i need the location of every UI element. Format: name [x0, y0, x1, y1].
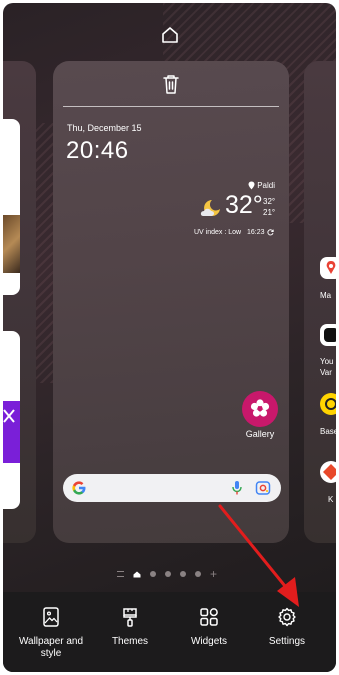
weather-location: Paldi: [248, 181, 275, 190]
weather-updated-time: 16:23: [247, 229, 265, 236]
weather-high: 32°: [263, 197, 276, 206]
page-dot: [195, 571, 201, 577]
gear-icon: [278, 607, 296, 627]
weather-temperature: 32°: [225, 191, 263, 219]
widget-date: Thu, December 15: [67, 123, 142, 133]
widget-time: 20:46: [66, 137, 129, 164]
k-app-icon: [320, 461, 336, 483]
right-app-label: Ma: [320, 291, 332, 300]
right-home-page[interactable]: Ma You Var Base K: [304, 61, 336, 543]
left-home-page[interactable]: [3, 61, 36, 543]
left-page-photo: [3, 215, 20, 273]
page-indicator[interactable]: +: [117, 568, 217, 580]
page-divider: [63, 106, 279, 107]
right-app-label: Var: [320, 368, 332, 377]
close-x-icon: [3, 409, 15, 423]
maps-app-icon: [320, 257, 336, 279]
wallpaper-icon: [43, 607, 59, 627]
left-page-widget: [3, 119, 20, 295]
left-page-purple-block: [3, 401, 20, 463]
themes-brush-icon: [123, 608, 137, 627]
weather-location-name: Paldi: [257, 181, 275, 190]
weather-updated: 16:23: [247, 229, 274, 236]
microphone-icon[interactable]: [231, 480, 243, 496]
weather-uv: UV index : Low: [194, 229, 242, 236]
base-app-icon: [320, 393, 336, 415]
add-page-icon[interactable]: +: [210, 568, 217, 580]
left-page-widget-2: [3, 331, 20, 509]
home-page-indicator-icon: [133, 571, 141, 577]
settings-label: Settings: [268, 636, 306, 647]
right-app-label: Base: [320, 427, 336, 436]
home-icon[interactable]: [160, 25, 180, 45]
wallpaper-and-style-label: Wallpaper and style: [18, 636, 84, 659]
weather-low: 21°: [263, 208, 276, 217]
google-lens-icon[interactable]: [255, 480, 271, 496]
google-logo-icon: [72, 481, 86, 495]
wallpaper-and-style-button[interactable]: Wallpaper and style: [11, 606, 91, 660]
page-dot: [165, 571, 171, 577]
widgets-button[interactable]: Widgets: [169, 606, 249, 648]
partly-cloudy-night-icon: [200, 200, 220, 216]
right-app-label: You: [320, 357, 334, 366]
widgets-label: Widgets: [190, 636, 228, 647]
page-dot: [180, 571, 186, 577]
youtube-app-icon: [320, 324, 336, 346]
google-search-bar[interactable]: [63, 474, 281, 502]
right-app-label: K: [328, 495, 334, 504]
center-home-page[interactable]: Thu, December 15 20:46 Paldi 32° 32° 21°…: [53, 61, 289, 543]
discover-page-indicator: [117, 571, 124, 577]
page-dot: [150, 571, 156, 577]
themes-label: Themes: [111, 636, 149, 647]
bottom-options-bar: Wallpaper and style Themes Widgets Setti…: [3, 592, 336, 672]
location-pin-icon: [248, 181, 255, 190]
trash-icon[interactable]: [161, 73, 181, 95]
flower-icon: [250, 399, 270, 417]
widgets-grid-icon: [200, 608, 218, 626]
refresh-icon[interactable]: [266, 229, 274, 236]
settings-button[interactable]: Settings: [247, 606, 327, 648]
gallery-app-label: Gallery: [245, 429, 275, 439]
home-screen-edit-mode: Ma You Var Base K Thu, December 15 20:46…: [3, 3, 336, 672]
themes-button[interactable]: Themes: [90, 606, 170, 648]
gallery-app-icon[interactable]: [242, 391, 278, 427]
